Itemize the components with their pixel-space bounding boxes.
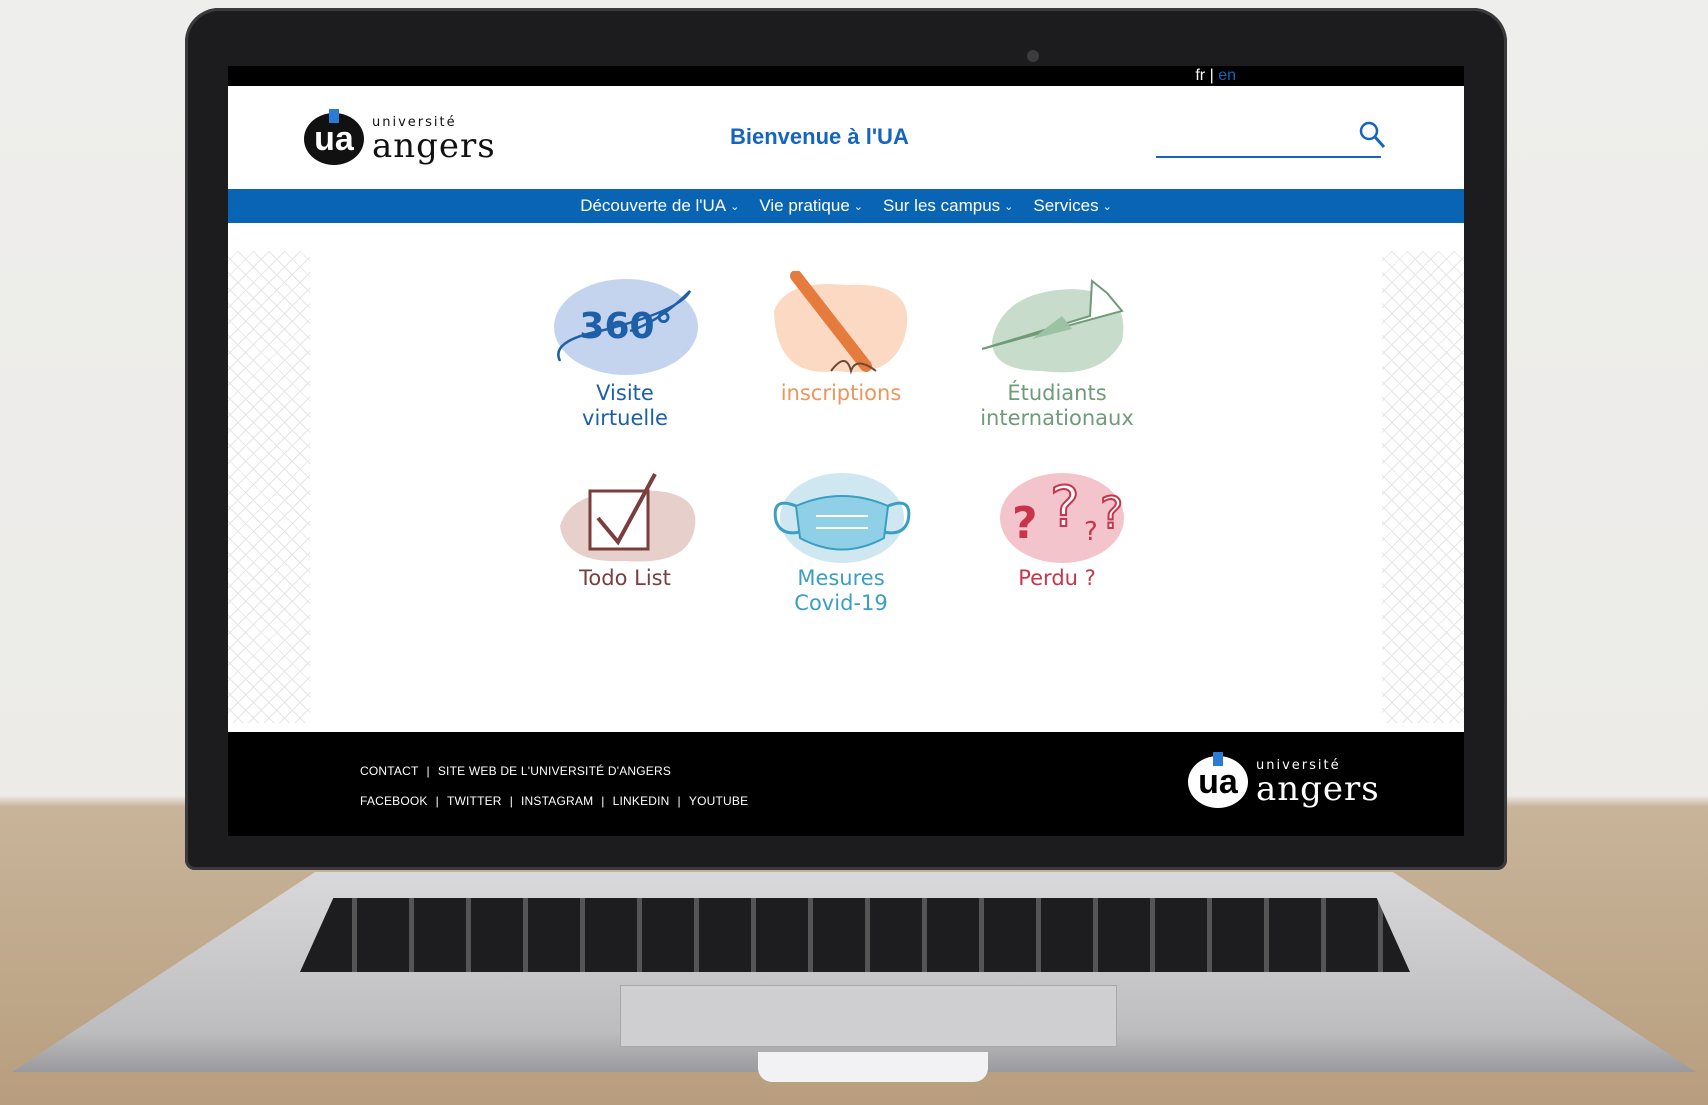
footer-links-row1: CONTACT | SITE WEB DE L'UNIVERSITÉ D'ANG… — [360, 764, 671, 778]
search-icon[interactable] — [1358, 120, 1386, 150]
tile-perdu[interactable]: ? ? ? ? Perdu ? — [972, 466, 1142, 591]
footer-separator: | — [426, 764, 430, 778]
tile-label-line1: Visite — [596, 381, 654, 405]
tile-label-line2: internationaux — [980, 406, 1134, 430]
lang-fr[interactable]: fr — [1195, 67, 1205, 84]
checkbox-icon — [560, 473, 696, 562]
tile-inscriptions[interactable]: inscriptions — [756, 271, 926, 406]
tile-label-line1: Étudiants — [1007, 381, 1107, 405]
tile-label-line1: Mesures — [797, 566, 885, 590]
chevron-down-icon: ⌄ — [1102, 200, 1112, 213]
top-bar: fr | en — [228, 66, 1464, 86]
decorative-pattern-left — [228, 251, 310, 723]
question-marks-icon: ? ? ? ? — [1000, 473, 1124, 563]
site-footer: CONTACT | SITE WEB DE L'UNIVERSITÉ D'ANG… — [228, 732, 1464, 836]
nav-label: Services — [1033, 196, 1099, 215]
chevron-down-icon: ⌄ — [730, 200, 740, 213]
tile-etudiants-internationaux[interactable]: Étudiants internationaux — [972, 271, 1142, 431]
footer-link-contact[interactable]: CONTACT — [360, 764, 419, 778]
decorative-pattern-right — [1382, 251, 1464, 723]
footer-separator: | — [677, 794, 681, 808]
pen-icon — [774, 271, 908, 375]
tile-label-line2: virtuelle — [582, 406, 668, 430]
laptop-notch — [758, 1052, 988, 1082]
footer-link-youtube[interactable]: YOUTUBE — [689, 794, 748, 808]
tile-label: Visite virtuelle — [540, 381, 710, 431]
footer-link-site-web[interactable]: SITE WEB DE L'UNIVERSITÉ D'ANGERS — [438, 764, 671, 778]
lang-en[interactable]: en — [1218, 67, 1236, 84]
footer-separator: | — [601, 794, 605, 808]
tile-label-line1: Perdu ? — [1018, 566, 1096, 590]
search-input[interactable] — [1156, 124, 1381, 158]
tile-mesures-covid[interactable]: Mesures Covid-19 — [756, 466, 926, 616]
logo-big-text: angers — [372, 125, 496, 166]
chevron-down-icon: ⌄ — [1004, 200, 1014, 213]
footer-link-linkedin[interactable]: LINKEDIN — [613, 794, 670, 808]
tile-label: Étudiants internationaux — [972, 381, 1142, 431]
tile-label-line1: Todo List — [579, 566, 671, 590]
tile-todo-list[interactable]: Todo List — [540, 466, 710, 591]
svg-text:?: ? — [1100, 488, 1123, 539]
browser-screen: fr | en ua université angers Bienvenue à… — [228, 66, 1464, 836]
ua-logo-mark: ua — [304, 109, 364, 165]
tile-label: Mesures Covid-19 — [756, 566, 926, 616]
tile-label-line2: Covid-19 — [794, 591, 888, 615]
page-title: Bienvenue à l'UA — [730, 124, 909, 149]
trackpad — [620, 985, 1117, 1047]
webcam-icon — [1027, 50, 1039, 62]
logo-mark-text: ua — [314, 119, 354, 158]
nav-item-campus[interactable]: Sur les campus ⌄ — [883, 196, 1013, 216]
footer-link-facebook[interactable]: FACEBOOK — [360, 794, 428, 808]
footer-separator: | — [435, 794, 439, 808]
360-icon: 360° — [554, 279, 698, 375]
footer-separator: | — [509, 794, 514, 808]
lang-separator: | — [1209, 67, 1214, 84]
footer-links-row2: FACEBOOK | TWITTER | INSTAGRAM | LINKEDI… — [360, 794, 748, 808]
nav-item-vie-pratique[interactable]: Vie pratique ⌄ — [759, 196, 863, 216]
tile-label: Perdu ? — [972, 566, 1142, 591]
main-nav: Découverte de l'UA ⌄ Vie pratique ⌄ Sur le… — [228, 189, 1464, 223]
nav-item-services[interactable]: Services ⌄ — [1033, 196, 1111, 216]
footer-link-instagram[interactable]: INSTAGRAM — [521, 794, 593, 808]
keyboard — [300, 898, 1410, 972]
tile-label-line1: inscriptions — [780, 381, 902, 405]
logo-big-text: angers — [1256, 768, 1380, 809]
nav-label: Vie pratique — [759, 196, 850, 215]
main-content: 360° Visite virtuelle inscriptions Étudi… — [228, 223, 1464, 783]
site-header: ua université angers Bienvenue à l'UA — [228, 86, 1464, 189]
mask-icon — [773, 473, 911, 563]
logo-mark-text: ua — [1198, 762, 1238, 801]
chevron-down-icon: ⌄ — [853, 200, 863, 213]
nav-label: Découverte de l'UA — [580, 196, 727, 215]
tile-visite-virtuelle[interactable]: 360° Visite virtuelle — [540, 271, 710, 431]
tile-label: Todo List — [540, 566, 710, 591]
airplane-icon — [981, 279, 1124, 373]
language-switcher: fr | en — [1195, 67, 1236, 85]
svg-text:?: ? — [1012, 498, 1038, 549]
logo-text: université angers — [1256, 759, 1380, 806]
tile-label: inscriptions — [756, 381, 926, 406]
footer-link-twitter[interactable]: TWITTER — [447, 794, 502, 808]
svg-text:?: ? — [1050, 475, 1080, 540]
footer-ua-logo[interactable]: ua université angers — [1188, 752, 1380, 808]
nav-item-decouverte[interactable]: Découverte de l'UA ⌄ — [580, 196, 739, 216]
nav-label: Sur les campus — [883, 196, 1001, 215]
logo-tick — [329, 109, 339, 123]
ua-logo[interactable]: ua université angers — [304, 109, 496, 165]
logo-tick — [1213, 752, 1223, 766]
ua-logo-mark: ua — [1188, 752, 1248, 808]
svg-text:?: ? — [1084, 517, 1098, 547]
logo-text: université angers — [372, 116, 496, 163]
